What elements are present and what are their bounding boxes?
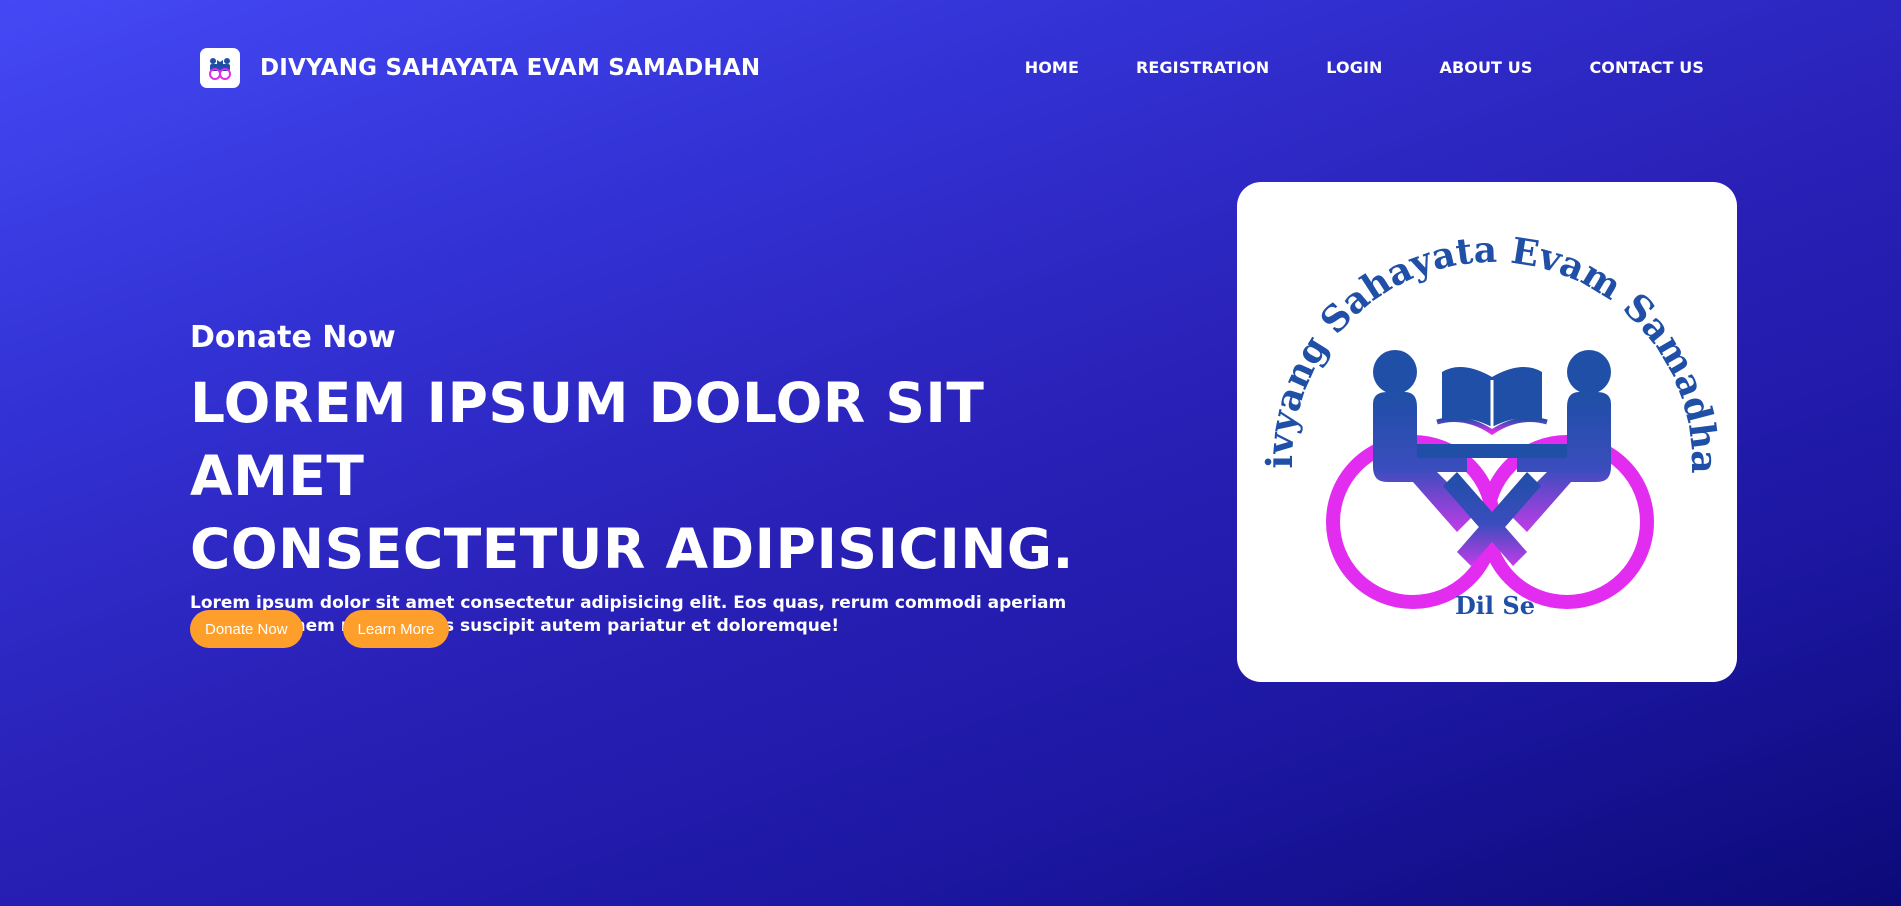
logo-tagline: Dil Se	[1455, 591, 1535, 620]
brand[interactable]: DIVYANG SAHAYATA EVAM SAMADHAN	[200, 48, 760, 88]
brand-name[interactable]: DIVYANG SAHAYATA EVAM SAMADHAN	[260, 55, 760, 81]
logo-card: Divyang Sahayata Evam Samadhan Dil Se	[1237, 182, 1737, 682]
donate-now-button[interactable]: Donate Now	[190, 610, 303, 648]
top-navbar: DIVYANG SAHAYATA EVAM SAMADHAN HOME REGI…	[0, 0, 1901, 136]
brand-logo-icon[interactable]	[200, 48, 240, 88]
nav-registration-link[interactable]: REGISTRATION	[1136, 58, 1269, 77]
hero-headline-line2: CONSECTETUR ADIPISICING.	[190, 517, 1074, 581]
nav-contact-link[interactable]: CONTACT US	[1589, 58, 1704, 77]
hero-kicker: Donate Now	[190, 320, 396, 355]
learn-more-button[interactable]: Learn More	[342, 610, 450, 648]
nav-about-link[interactable]: ABOUT US	[1439, 58, 1532, 77]
nav-links: HOME REGISTRATION LOGIN ABOUT US CONTACT…	[968, 58, 1704, 77]
divyang-logo-image: Divyang Sahayata Evam Samadhan Dil Se	[1237, 182, 1725, 620]
nav-login-link[interactable]: LOGIN	[1326, 58, 1382, 77]
hero-headline: LOREM IPSUM DOLOR SIT AMET CONSECTETUR A…	[190, 367, 1150, 586]
nav-home-link[interactable]: HOME	[1025, 58, 1079, 77]
hero-buttons: Donate Now Learn More	[190, 610, 450, 648]
hero-section: Donate Now LOREM IPSUM DOLOR SIT AMET CO…	[190, 320, 1150, 638]
hero-headline-line1: LOREM IPSUM DOLOR SIT AMET	[190, 371, 985, 508]
logo-arc-text: Divyang Sahayata Evam Samadhan	[1237, 182, 1725, 474]
